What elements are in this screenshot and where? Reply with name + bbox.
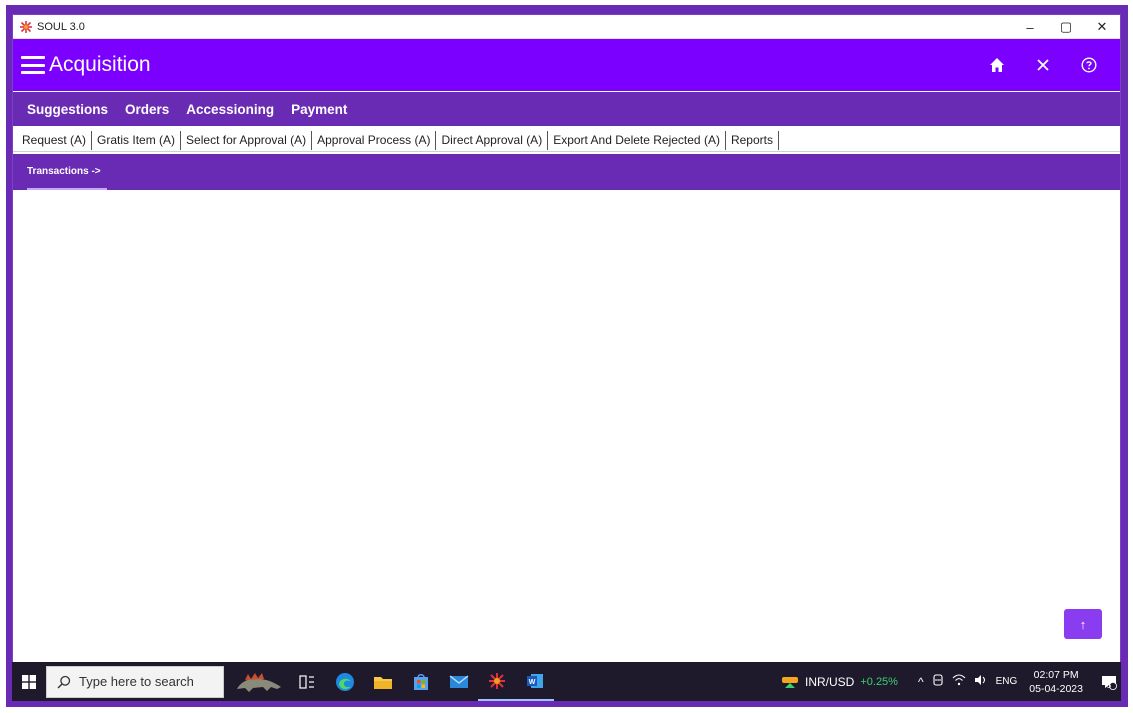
tab-transactions[interactable]: Transactions ->	[27, 154, 107, 190]
chevron-up-icon[interactable]: ^	[918, 675, 924, 689]
tab-reports[interactable]: Reports	[726, 130, 779, 150]
search-icon	[57, 675, 71, 688]
tab-export-delete-rejected[interactable]: Export And Delete Rejected (A)	[548, 130, 726, 150]
window-controls: – ▢ ✕	[1012, 15, 1120, 39]
taskbar-search[interactable]: Type here to search	[46, 665, 224, 698]
nav-accessioning[interactable]: Accessioning	[186, 102, 274, 117]
scroll-to-top-button[interactable]: ↑	[1064, 609, 1102, 639]
ticker-delta: +0.25%	[860, 675, 898, 688]
dinosaur-widget-icon[interactable]	[228, 662, 288, 701]
nav-suggestions[interactable]: Suggestions	[27, 102, 108, 117]
maximize-button[interactable]: ▢	[1048, 15, 1084, 39]
volume-icon[interactable]	[974, 674, 988, 689]
header-actions	[974, 39, 1112, 91]
word-icon[interactable]: W	[516, 662, 554, 701]
notification-center-button[interactable]: 5	[1091, 673, 1121, 690]
screen: SOUL 3.0 – ▢ ✕ Acquisition Suggestions O…	[0, 0, 1133, 713]
language-indicator[interactable]: ENG	[996, 676, 1018, 687]
tray-icons: ^ ENG	[914, 674, 1021, 689]
taskbar-clock[interactable]: 02:07 PM 05-04-2023	[1029, 668, 1083, 696]
currency-trend-icon	[782, 676, 798, 688]
store-icon[interactable]	[402, 662, 440, 701]
task-view-icon[interactable]	[288, 662, 326, 701]
currency-ticker[interactable]: INR/USD +0.25%	[781, 674, 898, 690]
transactions-bar: Transactions ->	[13, 154, 1120, 190]
close-window-button[interactable]: ✕	[1084, 15, 1120, 39]
home-icon	[990, 58, 1004, 72]
soul-app-taskbar-icon[interactable]	[478, 662, 516, 701]
start-button[interactable]	[12, 662, 46, 701]
taskbar: Type here to search W INR/USD +0.25% ^ E…	[12, 662, 1121, 701]
clock-time: 02:07 PM	[1033, 668, 1079, 681]
close-icon	[1037, 59, 1049, 71]
tab-select-for-approval[interactable]: Select for Approval (A)	[181, 130, 313, 150]
meet-now-icon[interactable]	[932, 674, 944, 689]
tab-gratis-item[interactable]: Gratis Item (A)	[92, 130, 182, 150]
app-header: Acquisition	[13, 39, 1120, 91]
search-placeholder: Type here to search	[79, 674, 194, 689]
windows-icon	[22, 674, 36, 689]
clock-date: 05-04-2023	[1029, 682, 1083, 695]
svg-text:W: W	[529, 679, 536, 686]
home-button[interactable]	[974, 45, 1020, 85]
sub-tabs: Request (A) Gratis Item (A) Select for A…	[13, 129, 1120, 152]
help-button[interactable]	[1066, 45, 1112, 85]
tab-approval-process[interactable]: Approval Process (A)	[312, 130, 437, 150]
module-nav: Suggestions Orders Accessioning Payment	[13, 92, 1120, 126]
page-title: Acquisition	[49, 53, 151, 76]
content-area: ↑	[13, 190, 1120, 663]
close-module-button[interactable]	[1020, 45, 1066, 85]
title-bar: SOUL 3.0 – ▢ ✕	[13, 15, 1120, 39]
window-title: SOUL 3.0	[37, 20, 85, 33]
system-tray: INR/USD +0.25% ^ ENG 02:07 PM 05-04-2023…	[781, 662, 1121, 701]
app-window: SOUL 3.0 – ▢ ✕ Acquisition Suggestions O…	[12, 14, 1121, 663]
tab-direct-approval[interactable]: Direct Approval (A)	[436, 130, 549, 150]
help-icon	[1081, 57, 1097, 73]
nav-orders[interactable]: Orders	[125, 102, 169, 117]
edge-browser-icon[interactable]	[326, 662, 364, 701]
mail-icon[interactable]	[440, 662, 478, 701]
ticker-label: INR/USD	[805, 674, 855, 689]
nav-payment[interactable]: Payment	[291, 102, 347, 117]
menu-icon[interactable]	[21, 56, 45, 74]
wifi-icon[interactable]	[952, 674, 966, 689]
file-explorer-icon[interactable]	[364, 662, 402, 701]
notification-count: 5	[1106, 681, 1112, 690]
soul-logo-icon	[19, 20, 33, 34]
minimize-button[interactable]: –	[1012, 15, 1048, 39]
tab-request[interactable]: Request (A)	[17, 130, 93, 150]
